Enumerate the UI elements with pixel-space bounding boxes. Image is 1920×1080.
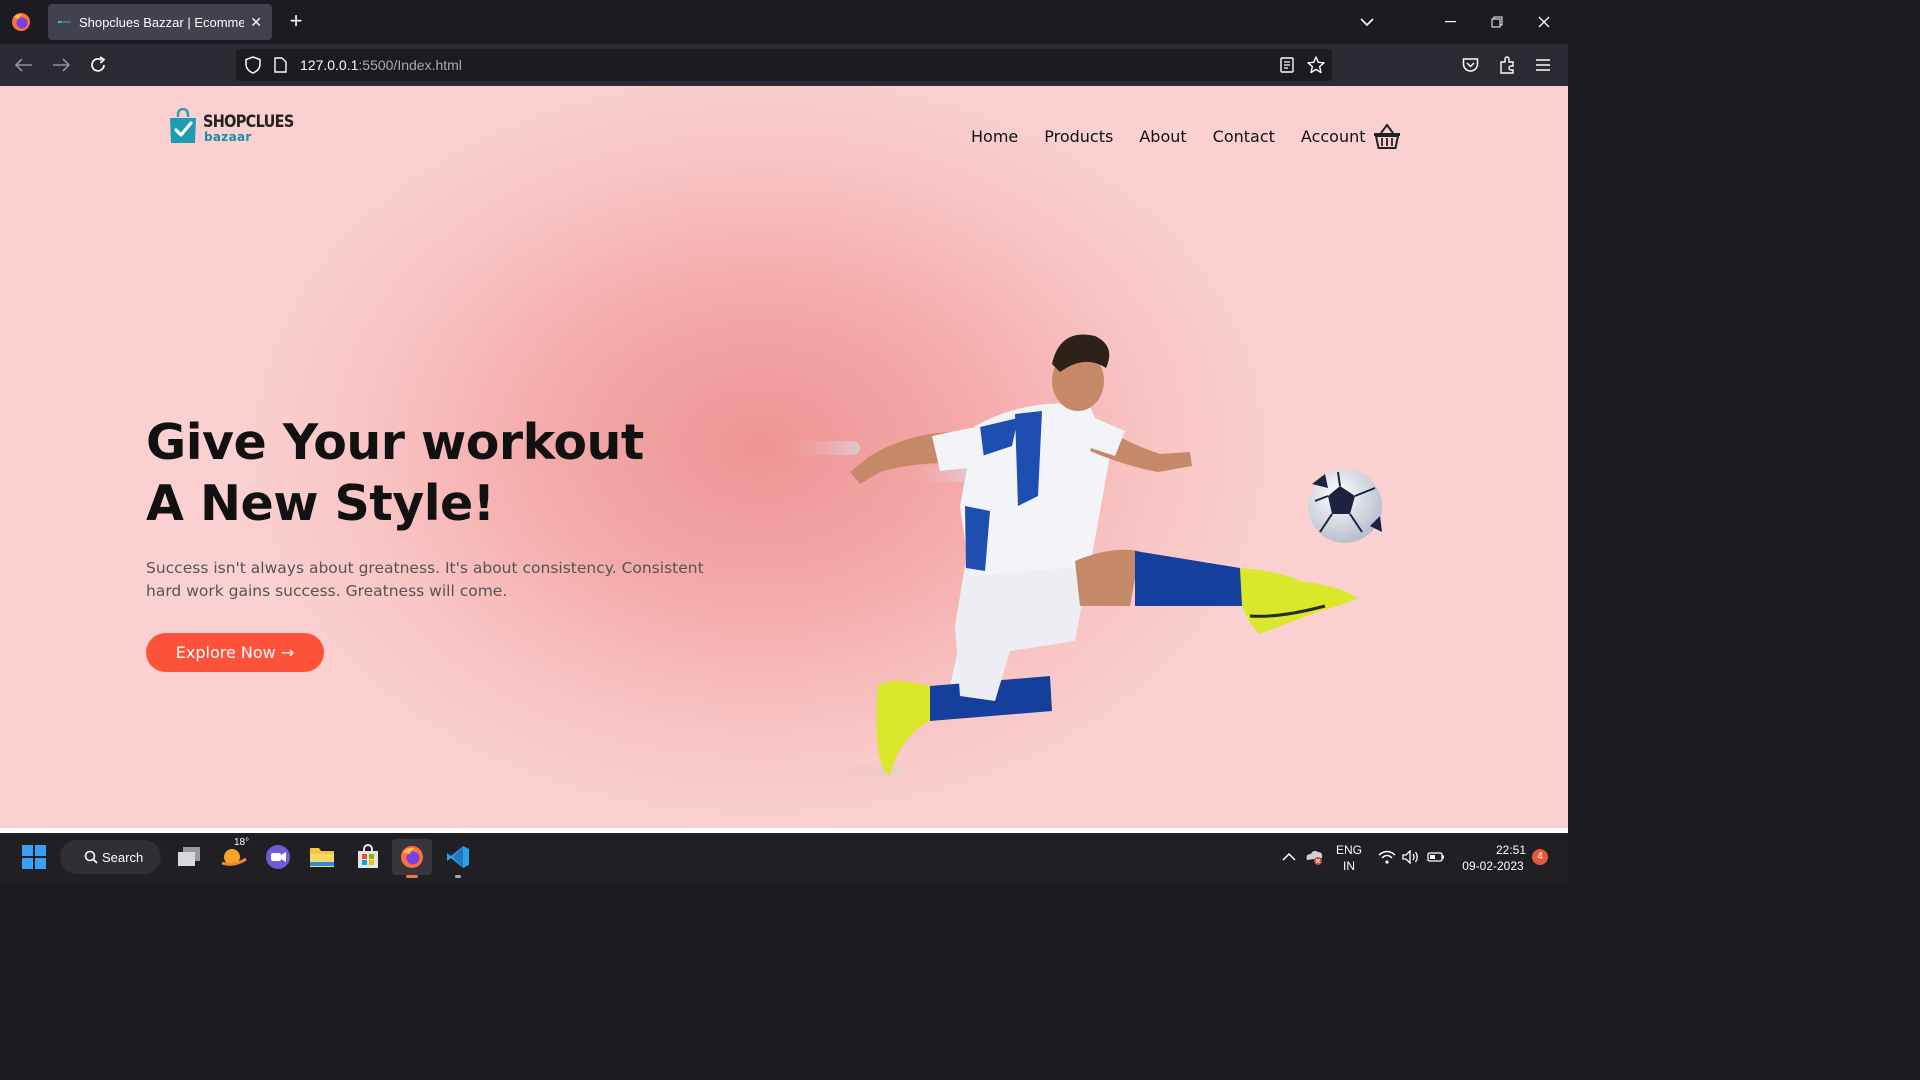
hero-title-line1: Give Your workout: [146, 414, 644, 471]
battery-icon[interactable]: [1426, 839, 1446, 875]
page-icon[interactable]: [274, 57, 287, 73]
wifi-icon[interactable]: [1377, 839, 1397, 875]
search-icon: [84, 850, 98, 864]
web-page: SHOPCLUES bazaar Home Products About Con…: [0, 86, 1568, 828]
hero-footballer-image: [790, 334, 1382, 776]
cart-icon[interactable]: [1372, 122, 1402, 152]
notification-badge[interactable]: 4: [1532, 849, 1548, 865]
url-bar[interactable]: 127.0.0.1:5500/Index.html: [236, 49, 1332, 81]
firefox-icon[interactable]: [10, 11, 32, 33]
restore-button[interactable]: [1474, 0, 1520, 44]
store-icon[interactable]: [352, 839, 384, 875]
search-label: Search: [102, 849, 144, 865]
chevron-up-icon[interactable]: [1279, 839, 1299, 875]
file-explorer-icon[interactable]: [306, 839, 338, 875]
minimize-button[interactable]: [1428, 0, 1474, 44]
browser-tab-bar: Shopclues Bazzar | Ecommerce Website ✕ +: [0, 0, 1568, 44]
clock-time: 22:51: [1495, 843, 1526, 857]
language-line1: ENG: [1335, 843, 1362, 857]
volume-icon[interactable]: [1401, 839, 1421, 875]
nav-about[interactable]: About: [1139, 127, 1186, 146]
reload-icon[interactable]: [86, 53, 110, 77]
task-view-icon[interactable]: [174, 839, 204, 875]
windows-taskbar: Search 18° ENG IN 22:51 09-02-2023 4: [0, 833, 1568, 882]
reader-icon[interactable]: [1280, 57, 1294, 73]
taskbar-search[interactable]: Search: [60, 840, 161, 874]
forward-icon[interactable]: [49, 53, 73, 77]
brand-subtitle: bazaar: [204, 130, 252, 144]
weather-temp: 18°: [234, 837, 250, 848]
browser-tab-active[interactable]: Shopclues Bazzar | Ecommerce Website ✕: [48, 4, 272, 40]
nav-contact[interactable]: Contact: [1213, 127, 1275, 146]
language-indicator[interactable]: ENG IN: [1334, 842, 1364, 874]
onedrive-icon[interactable]: [1303, 839, 1325, 875]
explore-now-button[interactable]: Explore Now →: [146, 633, 324, 672]
new-tab-button[interactable]: +: [284, 10, 308, 34]
nav-products[interactable]: Products: [1044, 127, 1113, 146]
main-nav: Home Products About Contact Account: [971, 127, 1392, 146]
shield-icon[interactable]: [245, 56, 261, 74]
shopping-bag-icon: [170, 108, 196, 143]
close-window-button[interactable]: [1521, 0, 1567, 44]
extensions-icon[interactable]: [1495, 53, 1519, 77]
weather-icon[interactable]: 18°: [218, 837, 250, 875]
menu-icon[interactable]: [1531, 53, 1555, 77]
brand-name: SHOPCLUES: [203, 112, 294, 132]
browser-nav-bar: 127.0.0.1:5500/Index.html: [0, 44, 1568, 86]
nav-account[interactable]: Account: [1301, 127, 1366, 146]
back-icon[interactable]: [12, 53, 36, 77]
tab-close-icon[interactable]: ✕: [250, 14, 262, 31]
firefox-taskbar-icon[interactable]: [392, 839, 432, 878]
clock[interactable]: 22:51 09-02-2023: [1456, 842, 1530, 874]
hero-title: Give Your workout A New Style!: [146, 412, 644, 534]
language-line2: IN: [1343, 859, 1355, 873]
url-text[interactable]: 127.0.0.1:5500/Index.html: [300, 57, 462, 73]
bookmark-star-icon[interactable]: [1307, 56, 1325, 74]
tab-title: Shopclues Bazzar | Ecommerce Website: [78, 14, 245, 30]
nav-home[interactable]: Home: [971, 127, 1018, 146]
tab-favicon-icon: [58, 21, 71, 23]
brand-logo[interactable]: SHOPCLUES bazaar: [168, 108, 294, 148]
pocket-icon[interactable]: [1458, 53, 1482, 77]
teams-icon[interactable]: [262, 839, 294, 875]
tab-list-chevron-icon[interactable]: [1344, 0, 1390, 44]
vscode-icon[interactable]: [442, 839, 474, 878]
hero-description: Success isn't always about greatness. It…: [146, 559, 704, 600]
windows-start-icon[interactable]: [18, 839, 50, 875]
clock-date: 09-02-2023: [1462, 859, 1524, 873]
hero-title-line2: A New Style!: [146, 475, 495, 532]
